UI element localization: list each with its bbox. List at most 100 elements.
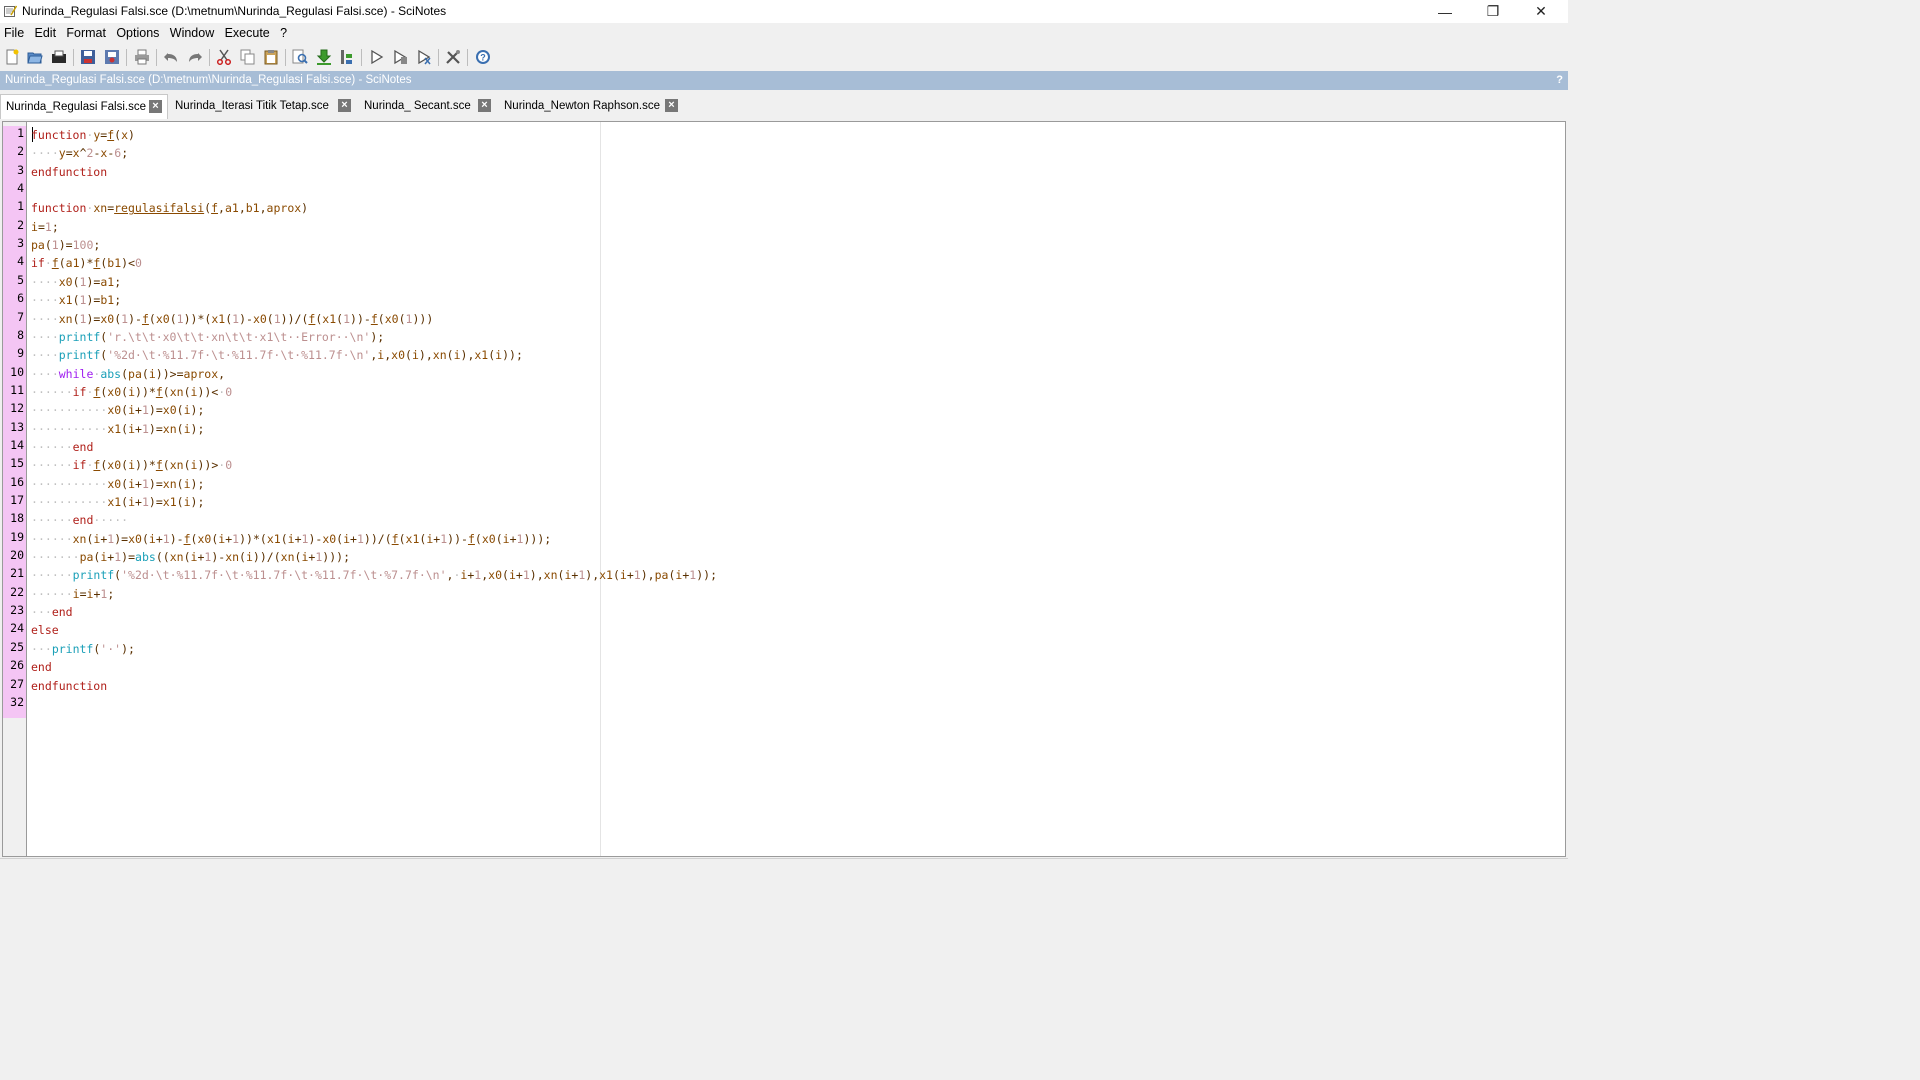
document-info-text: Nurinda_Regulasi Falsi.sce (D:\metnum\Nu… [5, 74, 412, 86]
toolbar-separator [285, 49, 286, 66]
print-icon[interactable] [132, 47, 152, 67]
code-line[interactable]: ······if·f(x0(i))*f(xn(i))>·0 [31, 456, 232, 474]
code-line[interactable]: function·xn=regulasifalsi(f,a1,b1,aprox) [31, 199, 308, 217]
line-number: 5 [17, 272, 24, 287]
close-window-button[interactable]: ✕ [1518, 0, 1564, 23]
tab-label: Nurinda_Regulasi Falsi.sce [6, 101, 146, 113]
window-title: Nurinda_Regulasi Falsi.sce (D:\metnum\Nu… [22, 4, 447, 18]
run-selection-icon[interactable] [390, 47, 410, 67]
menu-options[interactable]: Options [112, 23, 162, 40]
close-tab-icon[interactable]: × [338, 99, 351, 112]
line-number: 18 [10, 511, 24, 526]
code-line[interactable]: ···········x1(i+1)=x1(i); [31, 493, 204, 511]
line-number: 23 [10, 603, 24, 618]
close-tab-icon[interactable]: × [478, 99, 491, 112]
open-file-icon[interactable] [25, 47, 45, 67]
run-echo-icon[interactable] [414, 47, 434, 67]
menu-help[interactable]: ? [276, 23, 290, 40]
toolbar-separator [126, 49, 127, 66]
menu-window[interactable]: Window [166, 23, 217, 40]
menu-file[interactable]: File [0, 23, 27, 40]
code-line[interactable]: ····x0(1)=a1; [31, 273, 121, 291]
tab-label: Nurinda_Newton Raphson.sce [504, 100, 660, 112]
code-line[interactable]: if·f(a1)*f(b1)<0 [31, 254, 142, 272]
code-line[interactable]: ····xn(1)=x0(1)-f(x0(1))*(x1(1)-x0(1))/(… [31, 310, 433, 328]
code-line[interactable]: ······end [31, 438, 93, 456]
code-line[interactable]: i=1; [31, 218, 59, 236]
tab-iterasi-titik-tetap[interactable]: Nurinda_Iterasi Titik Tetap.sce × [170, 94, 356, 118]
cut-icon[interactable] [214, 47, 234, 67]
toolbar-separator [73, 49, 74, 66]
code-line[interactable]: ····while·abs(pa(i))>=aprox, [31, 365, 225, 383]
redo-icon[interactable] [185, 47, 205, 67]
menu-execute[interactable]: Execute [221, 23, 273, 40]
code-line[interactable]: ···········x1(i+1)=xn(i); [31, 420, 204, 438]
code-line[interactable]: ······xn(i+1)=x0(i+1)-f(x0(i+1))*(x1(i+1… [31, 530, 551, 548]
line-number: 20 [10, 548, 24, 563]
load-into-scilab-icon[interactable] [314, 47, 334, 67]
preferences-icon[interactable] [443, 47, 463, 67]
code-line[interactable]: ···········x0(i+1)=xn(i); [31, 475, 204, 493]
code-line[interactable]: ······if·f(x0(i))*f(xn(i))<·0 [31, 383, 232, 401]
line-number: 32 [10, 694, 24, 709]
tab-secant[interactable]: Nurinda_ Secant.sce × [359, 94, 495, 118]
minimize-button[interactable]: — [1422, 0, 1468, 23]
close-tab-icon[interactable]: × [149, 100, 162, 113]
line-number: 15 [10, 456, 24, 471]
save-icon[interactable] [78, 47, 98, 67]
title-bar: Nurinda_Regulasi Falsi.sce (D:\metnum\Nu… [0, 0, 1568, 23]
code-line[interactable]: endfunction [31, 163, 107, 181]
line-number: 14 [10, 437, 24, 452]
svg-text:?: ? [480, 53, 486, 63]
find-icon[interactable] [290, 47, 310, 67]
run-icon[interactable] [366, 47, 386, 67]
code-line[interactable]: else [31, 621, 59, 639]
tab-newton-raphson[interactable]: Nurinda_Newton Raphson.sce × [499, 94, 681, 118]
code-line[interactable]: ····x1(1)=b1; [31, 291, 121, 309]
info-help-icon[interactable]: ? [1556, 74, 1563, 86]
close-tab-icon[interactable]: × [665, 99, 678, 112]
code-line[interactable]: function·y=f(x) [31, 126, 135, 144]
code-line[interactable]: end [31, 658, 52, 676]
code-line[interactable]: ·······pa(i+1)=abs((xn(i+1)-xn(i))/(xn(i… [31, 548, 350, 566]
code-line[interactable]: ······end····· [31, 511, 128, 529]
menu-bar: File Edit Format Options Window Execute … [0, 23, 1568, 43]
code-line[interactable]: ···end [31, 603, 73, 621]
new-file-icon[interactable] [2, 47, 22, 67]
line-number: 2 [17, 217, 24, 232]
code-line[interactable]: ···printf('·'); [31, 640, 135, 658]
menu-format[interactable]: Format [62, 23, 109, 40]
maximize-button[interactable]: ❐ [1470, 0, 1516, 23]
copy-icon[interactable] [238, 47, 258, 67]
document-info-bar: Nurinda_Regulasi Falsi.sce (D:\metnum\Nu… [0, 71, 1568, 90]
menu-edit[interactable]: Edit [31, 23, 60, 40]
code-line[interactable]: ····printf('%2d·\t·%11.7f·\t·%11.7f·\t·%… [31, 346, 523, 364]
code-line[interactable]: endfunction [31, 677, 107, 695]
help-icon[interactable]: ? [473, 47, 493, 67]
tab-bar: Nurinda_Regulasi Falsi.sce × Nurinda_Ite… [0, 92, 1568, 119]
code-line[interactable]: ······printf('%2d·\t·%11.7f·\t·%11.7f·\t… [31, 566, 717, 584]
line-number: 27 [10, 676, 24, 691]
line-number: 12 [10, 401, 24, 416]
line-number: 22 [10, 584, 24, 599]
code-line[interactable]: ······i=i+1; [31, 585, 114, 603]
save-all-icon[interactable] [102, 47, 122, 67]
undo-icon[interactable] [161, 47, 181, 67]
code-editor[interactable]: 1 2 3 4 1 2 3 4 5 6 7 8 9 10 11 12 13 14 15 16 17 18 19 20 21 22 2… [2, 121, 1566, 857]
execute-file-icon[interactable] [337, 47, 357, 67]
code-line[interactable]: ····y=x^2-x-6; [31, 144, 128, 162]
close-icon: ✕ [1535, 3, 1547, 19]
line-number: 4 [17, 181, 24, 196]
code-line[interactable]: pa(1)=100; [31, 236, 100, 254]
open-recent-icon[interactable] [49, 47, 69, 67]
toolbar-separator [467, 49, 468, 66]
code-line[interactable]: ····printf('r.\t\t·x0\t\t·xn\t\t·x1\t··E… [31, 328, 384, 346]
line-number: 10 [10, 364, 24, 379]
code-line[interactable]: ···········x0(i+1)=x0(i); [31, 401, 204, 419]
line-number: 13 [10, 419, 24, 434]
scinotes-app-icon [4, 5, 17, 17]
paste-icon[interactable] [261, 47, 281, 67]
line-number: 24 [10, 621, 24, 636]
line-number: 17 [10, 493, 24, 507]
tab-regulasi-falsi[interactable]: Nurinda_Regulasi Falsi.sce × [0, 94, 168, 119]
